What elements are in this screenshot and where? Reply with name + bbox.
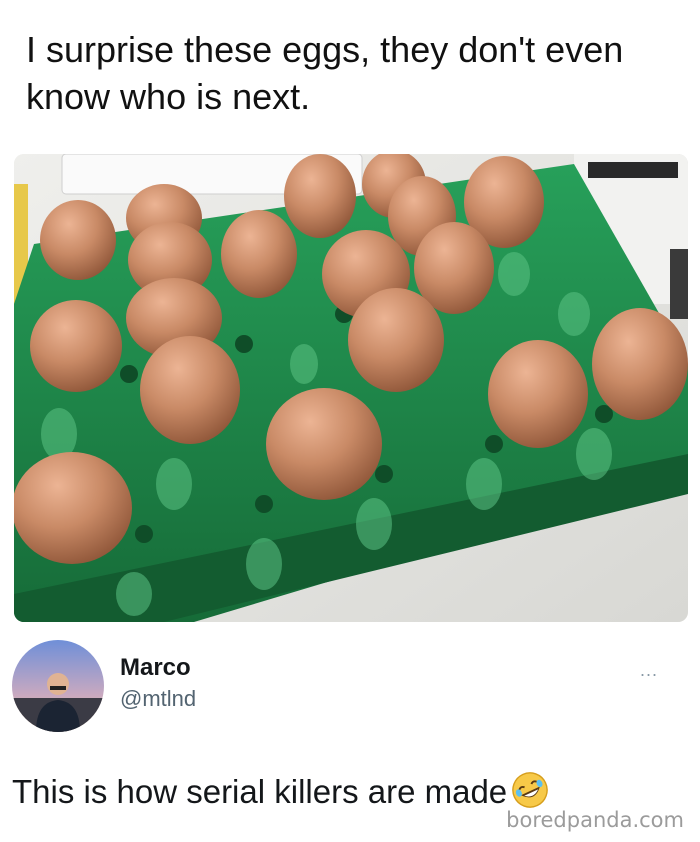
post-text: I surprise these eggs, they don't even k… [26, 29, 624, 117]
avatar-image [12, 640, 104, 732]
author-handle[interactable]: @mtlnd [120, 686, 196, 712]
author-block[interactable]: Marco @mtlnd ... [12, 640, 688, 734]
author-name[interactable]: Marco [120, 654, 191, 682]
rolling-on-floor-laughing-emoji-icon [512, 772, 548, 808]
reply-text-line: This is how serial killers are made [12, 770, 549, 814]
reply-text: This is how serial killers are made [12, 773, 508, 810]
more-options-icon[interactable]: ... [640, 660, 658, 681]
avatar[interactable] [12, 640, 104, 732]
watermark: boredpanda.com [506, 808, 684, 832]
post-photo[interactable] [14, 154, 688, 622]
eggs-in-tray-image [14, 154, 688, 622]
